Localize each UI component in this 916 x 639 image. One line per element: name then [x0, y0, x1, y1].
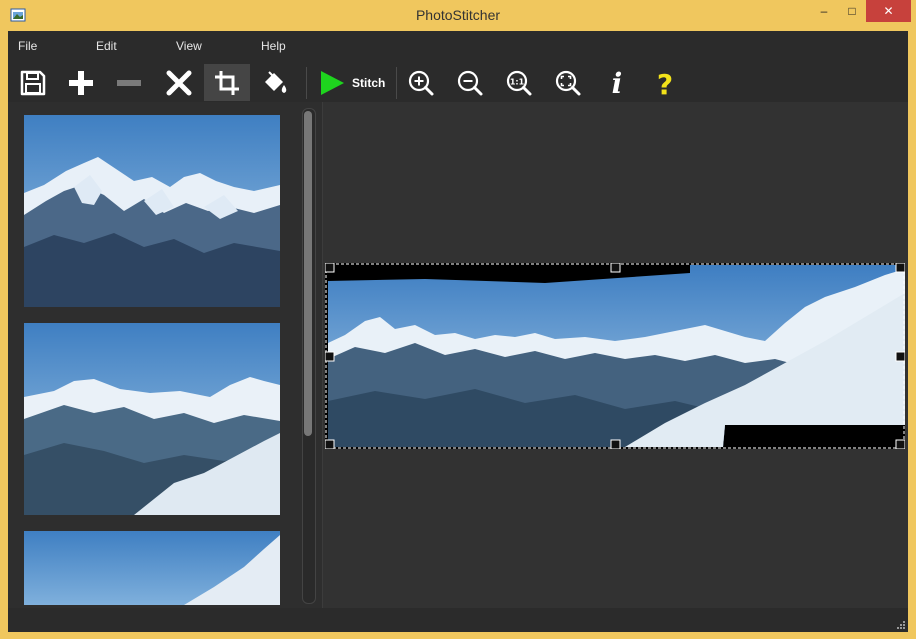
crop-handle[interactable] [610, 439, 621, 449]
fill-button[interactable] [252, 64, 298, 101]
add-button[interactable] [58, 64, 104, 101]
crop-handle[interactable] [325, 351, 335, 362]
help-button[interactable]: ? [642, 64, 688, 101]
save-button[interactable] [10, 64, 56, 101]
stitch-label: Stitch [352, 75, 386, 90]
panorama-preview[interactable] [325, 263, 905, 449]
thumbnail-panel [8, 102, 323, 608]
toolbar-separator [396, 67, 397, 99]
menu-help[interactable]: Help [261, 39, 286, 53]
zoom-actual-button[interactable]: 1:1 [496, 64, 542, 101]
crop-handle[interactable] [325, 263, 335, 273]
thumbnail-image[interactable] [24, 115, 280, 307]
window-title: PhotoStitcher [415, 7, 501, 23]
zoom-in-button[interactable] [398, 64, 444, 101]
thumbnail-scrollbar[interactable] [302, 108, 316, 604]
delete-icon [166, 70, 192, 95]
menu-file[interactable]: File [18, 39, 37, 53]
crop-handle[interactable] [895, 263, 905, 273]
info-label: i [612, 68, 623, 98]
close-button[interactable]: ✕ [866, 0, 911, 22]
zoom-actual-label: 1:1 [510, 77, 525, 86]
zoom-actual-icon: 1:1 [506, 70, 532, 95]
stitch-button[interactable]: Stitch [314, 64, 398, 101]
info-button[interactable]: i [594, 64, 640, 101]
minimize-button[interactable]: – [810, 0, 838, 22]
app-window: PhotoStitcher – □ ✕ File Edit View Help [0, 0, 916, 639]
preview-canvas[interactable] [323, 102, 908, 608]
zoom-out-button[interactable] [447, 64, 493, 101]
crop-handle[interactable] [895, 439, 905, 449]
save-icon [20, 70, 46, 95]
stitch-play-icon [321, 70, 344, 95]
info-icon: i [612, 68, 623, 98]
remove-icon [117, 79, 141, 86]
scrollbar-thumb[interactable] [304, 111, 312, 436]
menu-edit[interactable]: Edit [96, 39, 117, 53]
menu-view[interactable]: View [176, 39, 202, 53]
thumbnail-image[interactable] [24, 531, 280, 605]
add-icon [69, 70, 93, 95]
remove-button[interactable] [106, 64, 152, 101]
crop-button[interactable] [204, 64, 250, 101]
maximize-button[interactable]: □ [838, 0, 866, 22]
toolbar: Stitch 1:1 i ? [8, 63, 908, 103]
zoom-fit-button[interactable] [545, 64, 591, 101]
zoom-in-icon [408, 70, 434, 95]
toolbar-separator [306, 67, 307, 99]
status-bar [8, 608, 908, 632]
crop-handle[interactable] [325, 439, 335, 449]
crop-handle[interactable] [610, 263, 621, 273]
crop-handle[interactable] [895, 351, 905, 362]
help-label: ? [657, 68, 673, 98]
zoom-out-icon [457, 70, 483, 95]
help-icon: ? [657, 68, 673, 98]
zoom-fit-icon [555, 70, 581, 95]
delete-button[interactable] [156, 64, 202, 101]
crop-icon [215, 70, 239, 95]
title-bar[interactable]: PhotoStitcher – □ ✕ [0, 0, 916, 31]
fill-icon [265, 70, 287, 93]
thumbnail-image[interactable] [24, 323, 280, 515]
resize-grip-icon[interactable] [896, 620, 906, 630]
menu-bar: File Edit View Help [8, 31, 908, 64]
